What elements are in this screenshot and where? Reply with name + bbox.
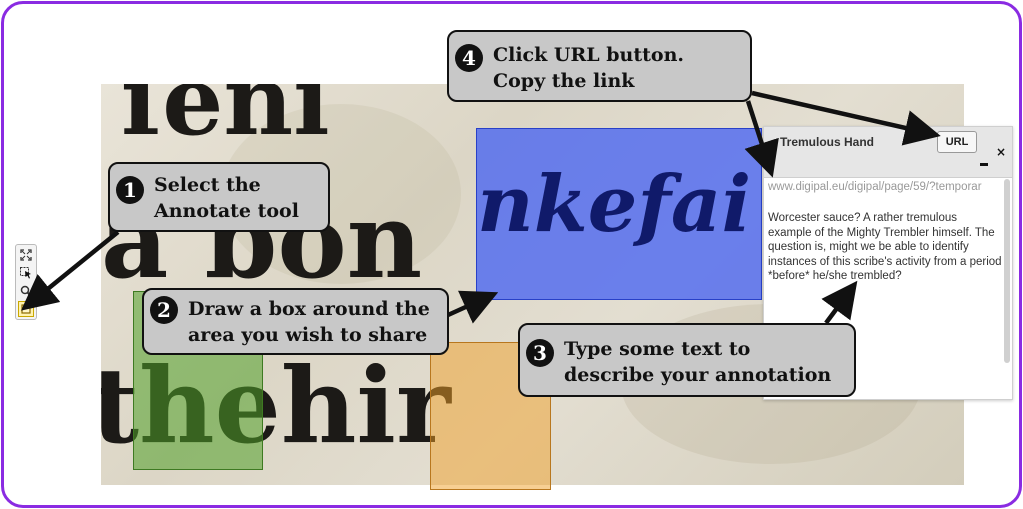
- callout-text-line: Type some text to: [564, 338, 751, 360]
- arrow-to-text-area: [821, 280, 858, 325]
- callout-text-line: Copy the link: [493, 70, 635, 92]
- callout-step-4: 4 Click URL button. Copy the link: [447, 30, 752, 102]
- callout-text-line: Click URL button.: [493, 44, 684, 66]
- arrow-to-annotation-box: [447, 290, 499, 324]
- arrow-to-url-field: [744, 100, 779, 178]
- arrow-to-url-button: [751, 90, 941, 146]
- callout-text-line: Select the: [154, 174, 261, 196]
- arrow-to-annotate-tool: [21, 230, 120, 311]
- callout-step-2: 2 Draw a box around the area you wish to…: [142, 288, 449, 355]
- callout-text-line: Draw a box around the: [188, 298, 430, 320]
- step-number-badge: 3: [526, 339, 554, 367]
- callout-text-line: Annotate tool: [154, 200, 299, 222]
- callout-step-1: 1 Select the Annotate tool: [108, 162, 330, 232]
- step-number-badge: 2: [150, 296, 178, 324]
- step-number-badge: 4: [455, 44, 483, 72]
- tutorial-frame: ſeni a bon thehir nkefai Tremulous Hand …: [1, 1, 1022, 508]
- callout-text-line: describe your annotation: [564, 364, 832, 386]
- callout-step-3: 3 Type some text to describe your annota…: [518, 323, 856, 397]
- callout-text-line: area you wish to share: [188, 324, 428, 346]
- step-number-badge: 1: [116, 176, 144, 204]
